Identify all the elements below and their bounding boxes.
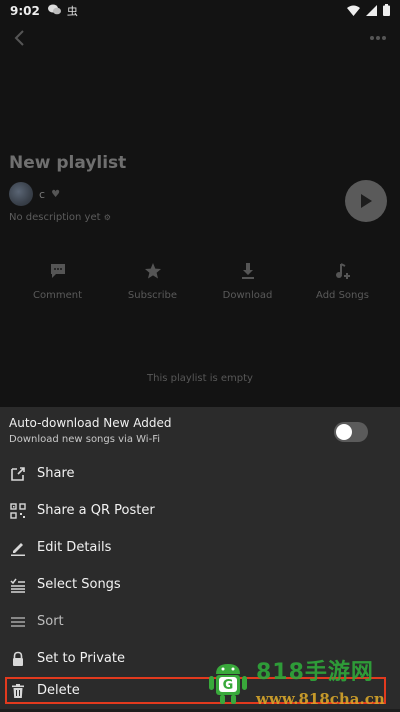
auto-download-title: Auto-download New Added xyxy=(9,416,172,430)
add-songs-icon xyxy=(335,263,350,279)
owner-row[interactable]: c ♥ xyxy=(9,182,60,206)
menu-label-delete: Delete xyxy=(37,683,80,698)
avatar[interactable] xyxy=(9,182,33,206)
menu-label-select-songs: Select Songs xyxy=(37,577,121,592)
menu-item-set-private[interactable]: Set to Private xyxy=(0,640,400,677)
menu-label-sort: Sort xyxy=(37,614,64,629)
action-row: Comment Subscribe Download Add Songs xyxy=(10,262,390,301)
add-songs-label: Add Songs xyxy=(316,290,369,301)
menu-item-delete[interactable]: Delete xyxy=(5,677,386,704)
add-songs-button[interactable]: Add Songs xyxy=(295,262,390,301)
app-notification-icon: 虫 xyxy=(66,5,78,18)
empty-playlist-text: This playlist is empty xyxy=(147,373,253,384)
edit-description-icon: ⚙ xyxy=(103,213,111,222)
menu-item-qr-poster[interactable]: Share a QR Poster xyxy=(0,492,400,529)
share-icon xyxy=(11,466,25,481)
wechat-icon xyxy=(47,4,61,18)
description-text: No description yet xyxy=(9,212,101,223)
play-icon xyxy=(361,194,372,208)
menu-item-edit-details[interactable]: Edit Details xyxy=(0,529,400,566)
menu-label-set-private: Set to Private xyxy=(37,651,125,666)
comment-icon xyxy=(50,264,65,278)
download-icon xyxy=(241,263,254,279)
pencil-icon xyxy=(11,542,25,556)
menu-item-select-songs[interactable]: Select Songs xyxy=(0,566,400,603)
heart-icon: ♥ xyxy=(51,188,61,200)
owner-name[interactable]: c xyxy=(39,188,45,201)
playlist-description[interactable]: No description yet ⚙ xyxy=(9,212,111,223)
subscribe-button[interactable]: Subscribe xyxy=(105,262,200,301)
options-menu: Share Share a QR Poster Edit Details Sel… xyxy=(0,455,400,704)
menu-label-edit-details: Edit Details xyxy=(37,540,112,555)
star-icon xyxy=(144,263,161,279)
lock-icon xyxy=(13,651,23,666)
toggle-knob xyxy=(336,424,352,440)
wifi-icon xyxy=(347,5,360,16)
download-button[interactable]: Download xyxy=(200,262,295,301)
checklist-icon xyxy=(10,578,25,593)
more-options-icon[interactable] xyxy=(368,28,388,48)
menu-item-sort[interactable]: Sort xyxy=(0,603,400,640)
status-time: 9:02 xyxy=(10,4,40,18)
auto-download-toggle[interactable] xyxy=(334,422,368,442)
menu-label-qr-poster: Share a QR Poster xyxy=(37,503,155,518)
qr-code-icon xyxy=(10,502,26,519)
auto-download-subtitle: Download new songs via Wi-Fi xyxy=(9,434,160,445)
trash-icon xyxy=(12,683,24,698)
play-all-button[interactable] xyxy=(345,180,387,222)
menu-item-share[interactable]: Share xyxy=(0,455,400,492)
back-arrow-icon[interactable] xyxy=(12,28,28,48)
status-bar: 9:02 虫 xyxy=(0,0,400,22)
comment-label: Comment xyxy=(33,290,82,301)
top-bar xyxy=(0,26,400,50)
playlist-title: New playlist xyxy=(9,153,127,173)
options-bottom-sheet: Auto-download New Added Download new son… xyxy=(0,407,400,712)
download-label: Download xyxy=(222,290,273,301)
sort-icon xyxy=(11,616,25,627)
menu-label-share: Share xyxy=(37,466,75,481)
signal-icon xyxy=(366,4,377,16)
comment-button[interactable]: Comment xyxy=(10,262,105,301)
battery-icon xyxy=(383,4,390,16)
auto-download-row[interactable]: Auto-download New Added Download new son… xyxy=(9,416,389,452)
subscribe-label: Subscribe xyxy=(127,290,178,301)
